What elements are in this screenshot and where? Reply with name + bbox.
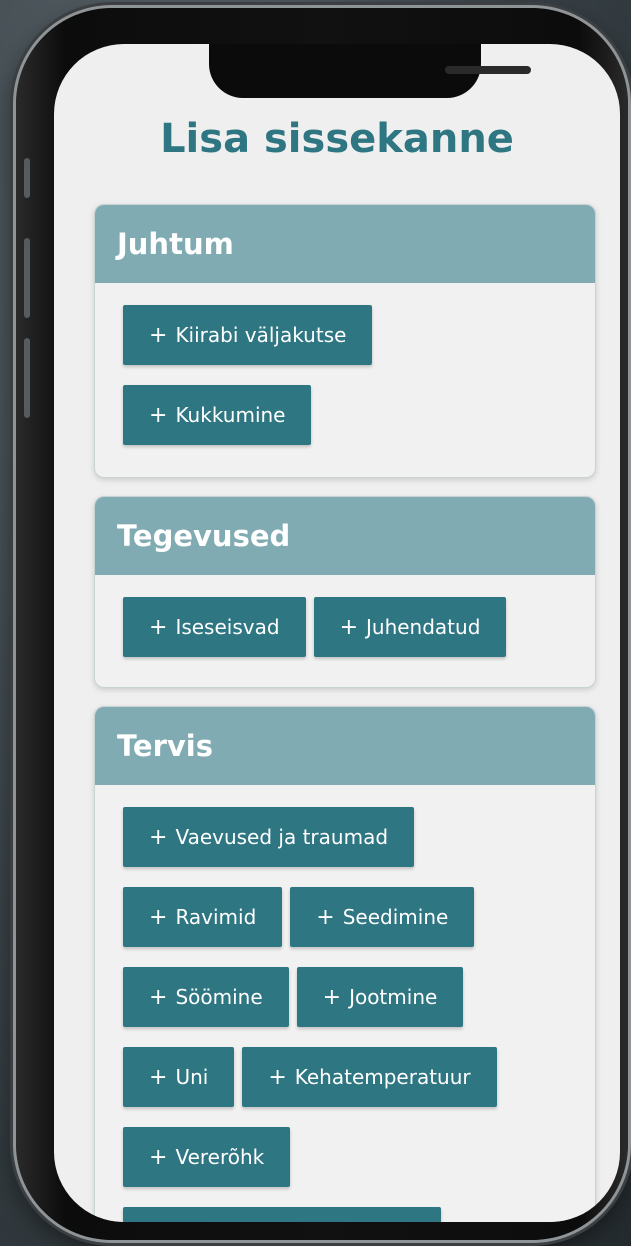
plus-icon: + <box>149 904 168 930</box>
phone-frame: Lisa sissekanne Juhtum + Kiirabi väljaku… <box>16 8 628 1240</box>
button-row: + Uni + Kehatemperatuur <box>123 1047 567 1107</box>
plus-icon: + <box>339 614 358 640</box>
button-label: Seedimine <box>342 905 449 929</box>
section-title: Tervis <box>117 729 214 763</box>
button-label: Kehatemperatuur <box>294 1065 471 1089</box>
section-tervis: Tervis + Vaevused ja traumad + Ravimid + <box>94 706 596 1222</box>
section-juhtum: Juhtum + Kiirabi väljakutse + Kukkumine <box>94 204 596 478</box>
plus-icon: + <box>149 984 168 1010</box>
plus-icon: + <box>149 402 168 428</box>
plus-icon: + <box>322 984 342 1010</box>
section-header: Tervis <box>95 707 595 785</box>
button-label: Vererõhk <box>175 1145 265 1169</box>
add-jootmine-button[interactable]: + Jootmine <box>296 967 464 1027</box>
plus-icon: + <box>149 614 168 640</box>
section-header: Tegevused <box>95 497 595 575</box>
button-row: + Vaevused ja traumad <box>123 807 567 867</box>
partially-visible-button[interactable] <box>123 1207 441 1222</box>
section-header: Juhtum <box>95 205 595 283</box>
add-ravimid-button[interactable]: + Ravimid <box>123 887 283 947</box>
button-label: Söömine <box>175 985 263 1009</box>
button-label: Juhendatud <box>366 615 481 639</box>
add-kehatemperatuur-button[interactable]: + Kehatemperatuur <box>242 1047 497 1107</box>
button-row: + Vererõhk <box>123 1127 567 1187</box>
section-tegevused: Tegevused + Iseseisvad + Juhendatud <box>94 496 596 688</box>
plus-icon: + <box>149 824 168 850</box>
button-row: + Söömine + Jootmine <box>123 967 567 1027</box>
section-title: Juhtum <box>117 227 234 261</box>
button-row <box>123 1207 567 1222</box>
section-body: + Vaevused ja traumad + Ravimid + Seedim… <box>95 785 595 1222</box>
section-body: + Kiirabi väljakutse + Kukkumine <box>95 283 595 445</box>
add-vererohk-button[interactable]: + Vererõhk <box>123 1127 291 1187</box>
button-label: Kiirabi väljakutse <box>175 323 347 347</box>
plus-icon: + <box>316 904 335 930</box>
plus-icon: + <box>149 1064 168 1090</box>
button-row: + Iseseisvad + Juhendatud <box>123 597 567 657</box>
add-uni-button[interactable]: + Uni <box>123 1047 235 1107</box>
button-label: Kukkumine <box>175 403 286 427</box>
volume-up-button <box>24 238 30 318</box>
add-seedimine-button[interactable]: + Seedimine <box>290 887 475 947</box>
section-title: Tegevused <box>117 519 291 553</box>
volume-down-button <box>24 338 30 418</box>
plus-icon: + <box>149 322 168 348</box>
screen: Lisa sissekanne Juhtum + Kiirabi väljaku… <box>54 44 620 1222</box>
button-label: Uni <box>175 1065 209 1089</box>
button-row: + Kiirabi väljakutse <box>123 305 567 365</box>
button-label: Ravimid <box>175 905 257 929</box>
add-kukkumine-button[interactable]: + Kukkumine <box>123 385 312 445</box>
notch <box>209 44 531 98</box>
button-label: Jootmine <box>349 985 438 1009</box>
mute-switch <box>24 158 30 198</box>
button-label: Iseseisvad <box>175 615 280 639</box>
button-row: + Kukkumine <box>123 385 567 445</box>
add-juhendatud-button[interactable]: + Juhendatud <box>313 597 507 657</box>
button-row: + Ravimid + Seedimine <box>123 887 567 947</box>
add-vaevused-button[interactable]: + Vaevused ja traumad <box>123 807 415 867</box>
plus-icon: + <box>268 1064 287 1090</box>
add-iseseisvad-button[interactable]: + Iseseisvad <box>123 597 306 657</box>
add-soomine-button[interactable]: + Söömine <box>123 967 289 1027</box>
plus-icon: + <box>149 1144 168 1170</box>
speaker-grille <box>445 66 531 74</box>
button-label: Vaevused ja traumad <box>175 825 389 849</box>
page-title: Lisa sissekanne <box>160 116 514 162</box>
section-body: + Iseseisvad + Juhendatud <box>95 575 595 657</box>
add-kiirabi-button[interactable]: + Kiirabi väljakutse <box>123 305 373 365</box>
